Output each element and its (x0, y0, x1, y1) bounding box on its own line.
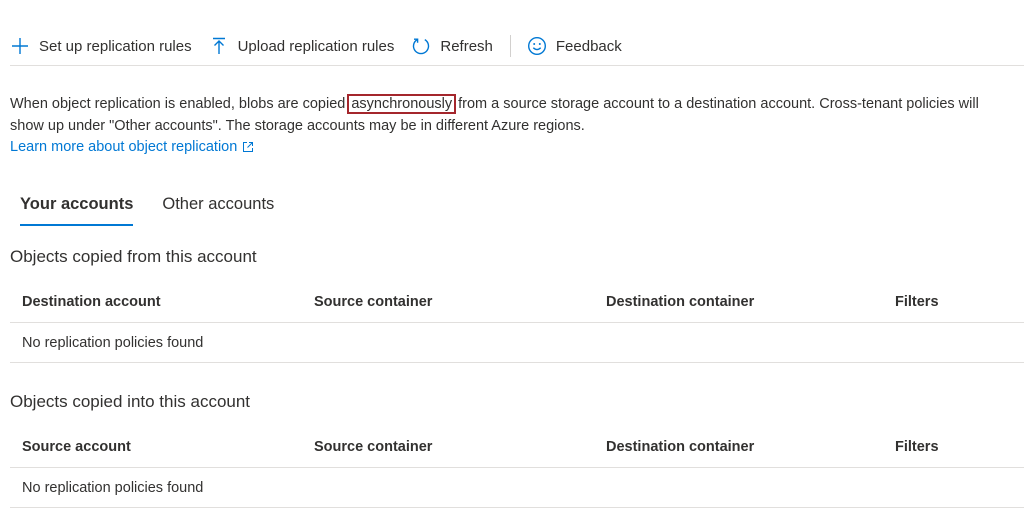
toolbar-divider (10, 65, 1024, 66)
upload-replication-rules-label: Upload replication rules (237, 37, 395, 55)
table-row: No replication policies found (10, 468, 1024, 508)
smiley-feedback-icon (527, 36, 546, 56)
setup-replication-rules-button[interactable]: Set up replication rules (10, 30, 201, 62)
command-bar: Set up replication rules Upload replicat… (10, 28, 631, 64)
table-header-row: Destination account Source container Des… (10, 281, 1024, 323)
tab-your-accounts[interactable]: Your accounts (20, 192, 134, 226)
column-header-source-container[interactable]: Source container (302, 439, 594, 455)
highlighted-word: asynchronously (347, 94, 457, 114)
table-row: No replication policies found (10, 323, 1024, 363)
column-header-filters[interactable]: Filters (883, 294, 1013, 310)
refresh-icon (413, 38, 430, 55)
plus-icon (12, 38, 28, 54)
section-title-copied-from: Objects copied from this account (10, 247, 257, 266)
section-title-copied-into: Objects copied into this account (10, 392, 251, 411)
learn-more-link[interactable]: Learn more about object replication (10, 137, 254, 157)
table-copied-from: Destination account Source container Des… (10, 281, 1024, 363)
setup-replication-rules-label: Set up replication rules (39, 37, 192, 55)
feedback-label: Feedback (555, 37, 622, 55)
column-header-destination-container[interactable]: Destination container (594, 439, 883, 455)
column-header-destination-account[interactable]: Destination account (10, 294, 302, 310)
feedback-button[interactable]: Feedback (519, 30, 631, 62)
replication-description: When object replication is enabled, blob… (10, 93, 1010, 137)
refresh-label: Refresh (440, 37, 493, 55)
description-text-before: When object replication is enabled, blob… (10, 96, 350, 112)
account-tabs: Your accounts Other accounts (20, 192, 303, 226)
table-header-row: Source account Source container Destinat… (10, 426, 1024, 468)
column-header-destination-container[interactable]: Destination container (594, 294, 883, 310)
column-header-filters[interactable]: Filters (883, 439, 1013, 455)
upload-arrow-icon (212, 37, 225, 54)
column-header-source-container[interactable]: Source container (302, 294, 594, 310)
toolbar-separator (509, 35, 511, 57)
external-link-icon (243, 142, 254, 152)
empty-message: No replication policies found (22, 334, 204, 351)
refresh-button[interactable]: Refresh (403, 30, 502, 62)
upload-replication-rules-button[interactable]: Upload replication rules (201, 30, 404, 62)
object-replication-page: Set up replication rules Upload replicat… (0, 0, 1024, 524)
table-copied-into: Source account Source container Destinat… (10, 426, 1024, 508)
tab-other-accounts[interactable]: Other accounts (162, 192, 274, 226)
empty-message: No replication policies found (22, 479, 204, 496)
column-header-source-account[interactable]: Source account (10, 439, 302, 455)
learn-more-label: Learn more about object replication (10, 139, 238, 155)
